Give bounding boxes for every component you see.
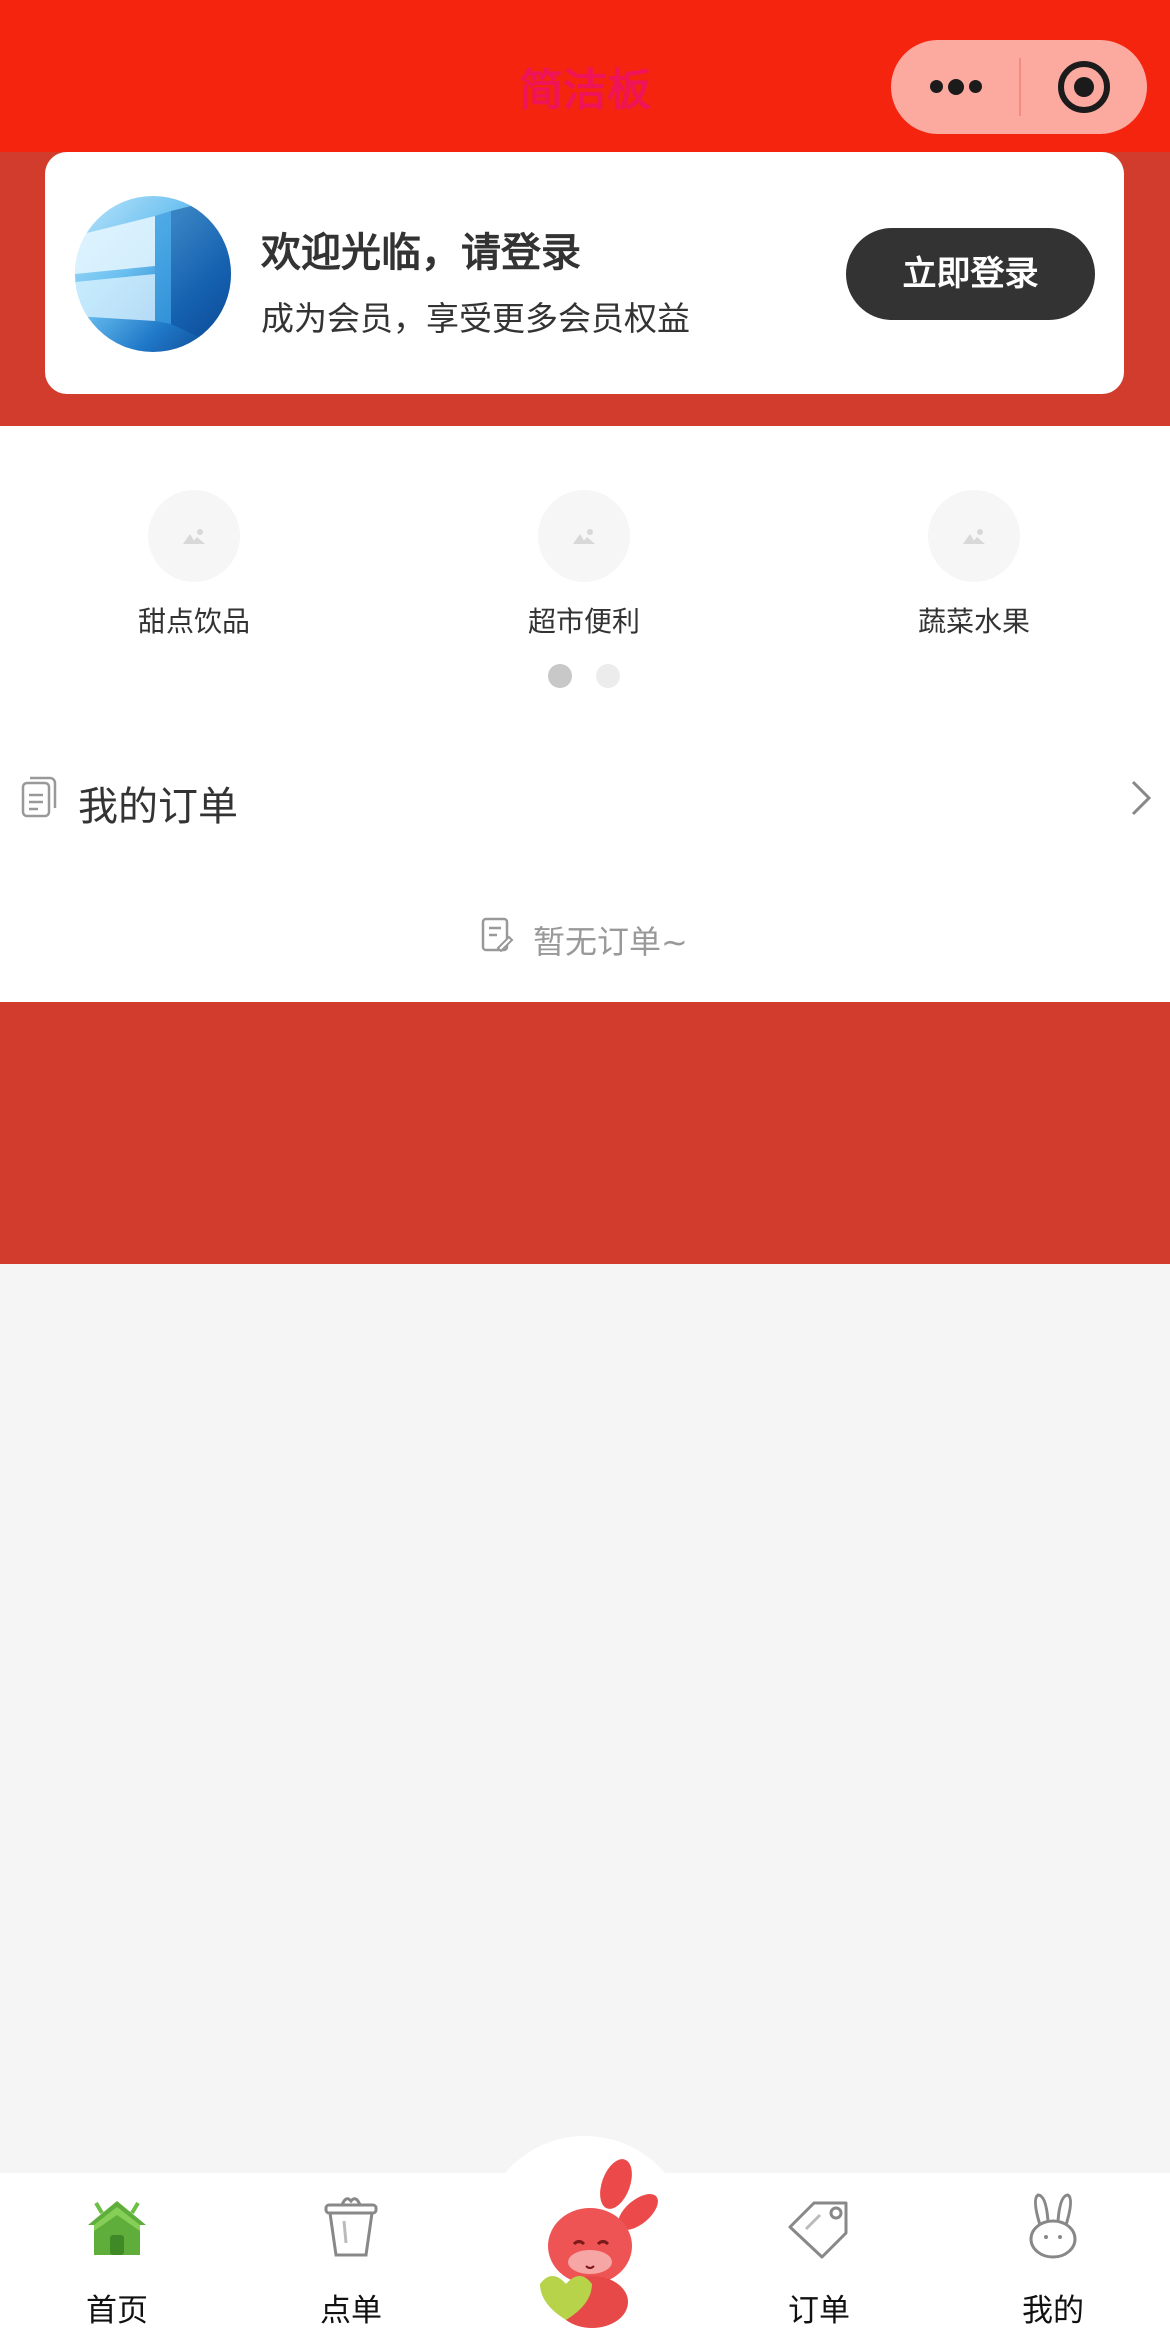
- mini-program-capsule: [891, 40, 1147, 134]
- promo-banner[interactable]: [0, 1002, 1170, 1264]
- target-circle-icon[interactable]: [1021, 40, 1147, 134]
- more-dots-icon[interactable]: [891, 40, 1019, 134]
- image-placeholder-icon: [148, 490, 240, 582]
- rabbit-mascot-icon: [540, 2159, 658, 2328]
- note-edit-icon: [481, 917, 514, 953]
- category-label: 蔬菜水果: [917, 605, 1030, 638]
- member-subtitle: 成为会员，享受更多会员权益: [261, 299, 690, 338]
- tab-label: 首页: [86, 2293, 148, 2329]
- login-card: 欢迎光临，请登录 成为会员，享受更多会员权益 立即登录: [45, 152, 1124, 394]
- category-swiper: 甜点饮品 超市便利 蔬菜水果: [0, 426, 1170, 722]
- empty-orders-text: 暂无订单~: [533, 923, 688, 961]
- pager-dot-active[interactable]: [548, 664, 572, 688]
- pager-dot[interactable]: [596, 664, 620, 688]
- tab-mine[interactable]: 我的: [936, 2173, 1170, 2344]
- cup-icon: [324, 2197, 378, 2257]
- avatar[interactable]: [75, 196, 231, 352]
- chevron-right-icon[interactable]: [1128, 778, 1154, 818]
- tab-label: 订单: [788, 2293, 850, 2329]
- center-mascot-button[interactable]: [480, 2136, 690, 2344]
- my-orders-section: 我的订单 暂无订单~: [0, 722, 1170, 1002]
- document-icon: [21, 776, 57, 818]
- category-item[interactable]: 蔬菜水果: [854, 490, 1094, 640]
- my-orders-title[interactable]: 我的订单: [78, 774, 238, 832]
- rabbit-head-icon: [1029, 2193, 1077, 2259]
- tab-home[interactable]: 首页: [0, 2173, 234, 2344]
- tag-icon: [788, 2201, 848, 2259]
- category-label: 超市便利: [527, 605, 640, 638]
- image-placeholder-icon: [928, 490, 1020, 582]
- home-icon: [88, 2201, 146, 2255]
- nav-header: 简洁板: [0, 0, 1170, 152]
- tab-order-menu[interactable]: 点单: [234, 2173, 468, 2344]
- tab-orders[interactable]: 订单: [702, 2173, 936, 2344]
- tab-label: 我的: [1022, 2293, 1084, 2329]
- category-item[interactable]: 超市便利: [464, 490, 704, 640]
- image-placeholder-icon: [538, 490, 630, 582]
- category-label: 甜点饮品: [137, 605, 250, 638]
- tab-label: 点单: [320, 2293, 382, 2329]
- welcome-text: 欢迎光临，请登录: [261, 230, 581, 276]
- login-button[interactable]: 立即登录: [846, 228, 1095, 320]
- category-item[interactable]: 甜点饮品: [74, 490, 314, 640]
